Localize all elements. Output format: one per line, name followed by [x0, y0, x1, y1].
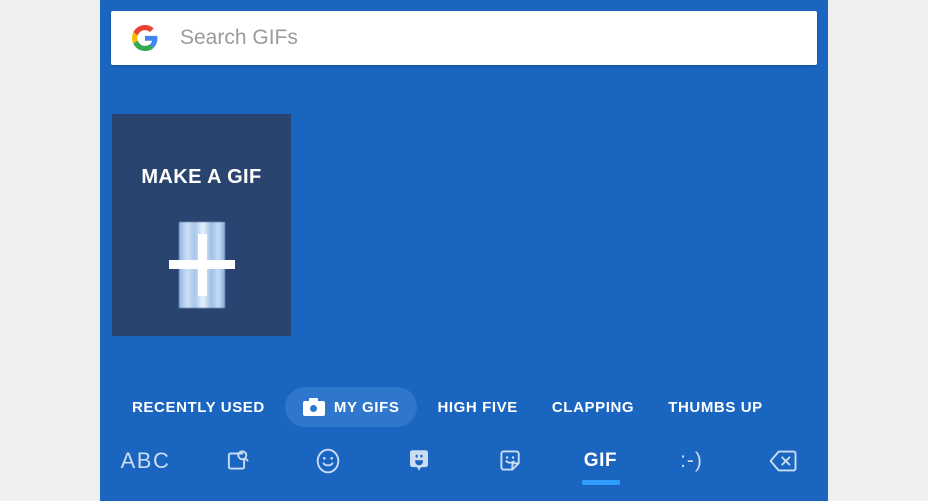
sticker-search-icon — [222, 445, 252, 477]
smiley-face-icon — [312, 445, 344, 477]
toolbar-button-emoji[interactable] — [282, 432, 373, 501]
gif-keyboard-panel: MAKE A GIF RECENTLY USED M — [100, 0, 828, 501]
plus-icon — [168, 222, 235, 308]
screen-root: MAKE A GIF RECENTLY USED M — [0, 0, 928, 501]
search-bar[interactable] — [111, 11, 817, 65]
abc-label: ABC — [120, 448, 171, 473]
category-tab-clapping[interactable]: CLAPPING — [538, 387, 648, 427]
gif-text-icon: GIF — [584, 445, 617, 477]
category-tab-my-gifs[interactable]: MY GIFS — [284, 387, 418, 427]
sticker-icon — [495, 445, 525, 477]
toolbar-button-emoticon[interactable]: :-) — [646, 432, 737, 501]
camera-icon — [302, 398, 325, 416]
category-tab-label: RECENTLY USED — [132, 398, 265, 416]
emoticon-label: :-) — [680, 449, 703, 472]
category-tab-high-five[interactable]: HIGH FIVE — [423, 387, 531, 427]
plus-icon-horizontal-stroke — [168, 260, 235, 269]
abc-text-icon: ABC — [121, 445, 171, 477]
toolbar-button-sticker-search[interactable] — [191, 432, 282, 501]
toolbar-button-backspace[interactable] — [737, 432, 828, 501]
category-tabs-scroller[interactable]: RECENTLY USED MY GIFS HIGH FIVE CLAPPING — [100, 387, 777, 427]
emoticon-icon: :-) — [680, 445, 703, 477]
toolbar-button-gif[interactable]: GIF — [555, 432, 646, 501]
active-tab-underline — [581, 480, 620, 485]
category-tab-label: THUMBS UP — [668, 398, 763, 416]
category-tab-label: HIGH FIVE — [437, 398, 518, 416]
category-tab-recently-used[interactable]: RECENTLY USED — [118, 387, 279, 427]
category-tab-label: MY GIFS — [333, 398, 400, 416]
toolbar-button-abc[interactable]: ABC — [100, 432, 191, 501]
gif-label: GIF — [583, 450, 618, 471]
make-a-gif-label: MAKE A GIF — [141, 166, 262, 188]
toolbar-button-bitmoji[interactable] — [373, 432, 464, 501]
category-tabs: RECENTLY USED MY GIFS HIGH FIVE CLAPPING — [100, 383, 828, 431]
category-tab-thumbs-up[interactable]: THUMBS UP — [654, 387, 777, 427]
google-g-icon — [132, 25, 158, 51]
category-tab-label: CLAPPING — [551, 398, 635, 416]
bitmoji-bubble-icon — [404, 445, 434, 477]
backspace-icon — [766, 445, 800, 477]
bottom-toolbar: ABC GIF:-) — [100, 432, 828, 501]
toolbar-button-sticker[interactable] — [464, 432, 555, 501]
search-input[interactable] — [180, 11, 803, 65]
make-a-gif-tile[interactable]: MAKE A GIF — [112, 114, 291, 336]
